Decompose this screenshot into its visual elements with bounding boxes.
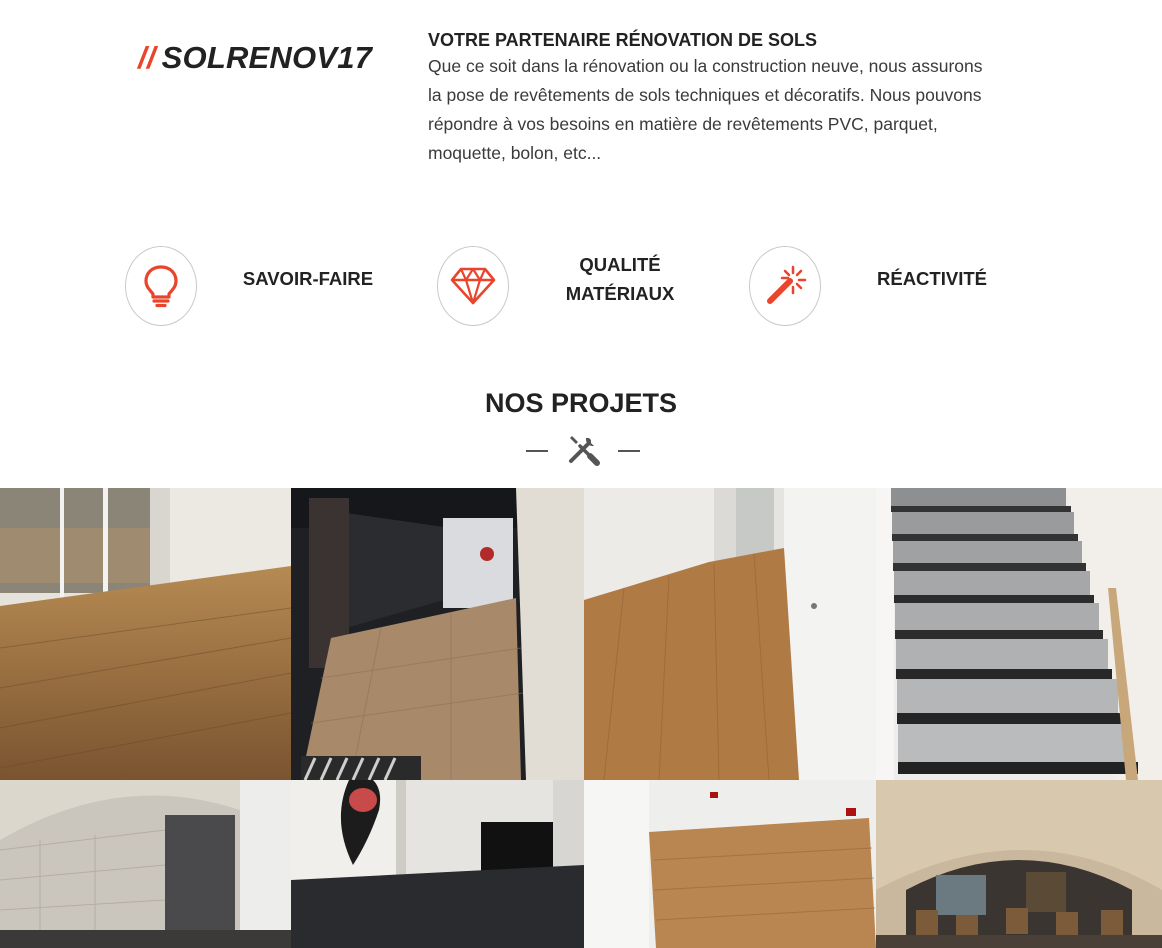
- intro-line-3: répondre à vos besoins en matière de rev…: [428, 114, 938, 134]
- divider-line-left: [526, 450, 548, 452]
- projects-gallery: [0, 488, 1162, 948]
- intro-block: VOTRE PARTENAIRE RÉNOVATION DE SOLS Que …: [428, 28, 1028, 168]
- project-photo-staircase[interactable]: [876, 488, 1162, 780]
- project-photo-stone-cellar[interactable]: [0, 780, 291, 948]
- feature-label-qualite-materiaux: QUALITÉ MATÉRIAUX: [540, 250, 700, 308]
- divider-line-right: [618, 450, 640, 452]
- project-photo-hotel-corridor[interactable]: [291, 488, 584, 780]
- feature-label-reactivite: RÉACTIVITÉ: [877, 268, 987, 289]
- lightbulb-icon: [125, 246, 197, 326]
- feature-label-line-1: QUALITÉ: [579, 254, 661, 275]
- project-photo-wood-floor-room[interactable]: [0, 488, 291, 780]
- tools-icon: [566, 432, 600, 471]
- title-divider: [526, 434, 640, 468]
- intro-line-1: Que ce soit dans la rénovation ou la con…: [428, 56, 983, 76]
- site-logo[interactable]: //SOLRENOV17: [138, 40, 372, 76]
- projects-title: NOS PROJETS: [484, 388, 678, 418]
- magic-wand-icon: [749, 246, 821, 326]
- intro-title: VOTRE PARTENAIRE RÉNOVATION DE SOLS: [428, 30, 818, 50]
- feature-label-line-2: MATÉRIAUX: [565, 283, 675, 304]
- logo-slashes: //: [138, 40, 156, 75]
- diamond-icon: [437, 246, 509, 326]
- project-photo-carpet-room[interactable]: [291, 780, 584, 948]
- intro-line-2: la pose de revêtements de sols technique…: [428, 85, 982, 105]
- project-photo-vaulted-restaurant[interactable]: [876, 780, 1162, 948]
- logo-text: SOLRENOV17: [161, 40, 373, 75]
- feature-label-savoir-faire: SAVOIR-FAIRE: [242, 268, 374, 289]
- intro-line-4: moquette, bolon, etc...: [428, 143, 602, 163]
- project-photo-vinyl-room[interactable]: [584, 488, 876, 780]
- project-photo-new-parquet[interactable]: [584, 780, 876, 948]
